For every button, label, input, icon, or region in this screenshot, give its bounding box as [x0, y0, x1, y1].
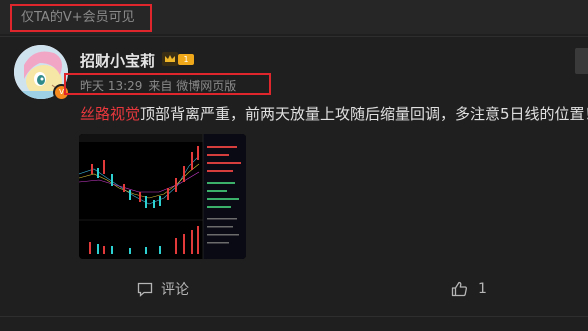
post-body: 顶部背离严重，前两天放量上攻随后缩量回调，多注意5日线的位置！ [140, 105, 588, 123]
candlestick-chart-icon [79, 134, 246, 259]
annotation-box-meta [64, 73, 271, 95]
topic-link[interactable]: 丝路视觉 [80, 105, 140, 123]
action-bar: 评论 1 [0, 278, 588, 302]
stock-chart-image[interactable] [79, 134, 246, 259]
post-text: 丝路视觉顶部背离严重，前两天放量上攻随后缩量回调，多注意5日线的位置！ [80, 103, 588, 124]
comment-label: 评论 [161, 282, 189, 298]
comment-icon [137, 282, 153, 297]
comment-button[interactable]: 评论 [137, 278, 189, 300]
like-count: 1 [478, 281, 487, 297]
crown-icon[interactable] [162, 52, 178, 66]
more-icon[interactable] [575, 48, 588, 74]
divider-bottom [0, 316, 588, 317]
level-badge: 1 [178, 54, 194, 65]
like-icon [451, 281, 467, 297]
username[interactable]: 招财小宝莉 [80, 50, 155, 71]
like-button[interactable]: 1 [451, 278, 487, 300]
divider [0, 36, 588, 37]
annotation-box-visibility [10, 4, 152, 32]
